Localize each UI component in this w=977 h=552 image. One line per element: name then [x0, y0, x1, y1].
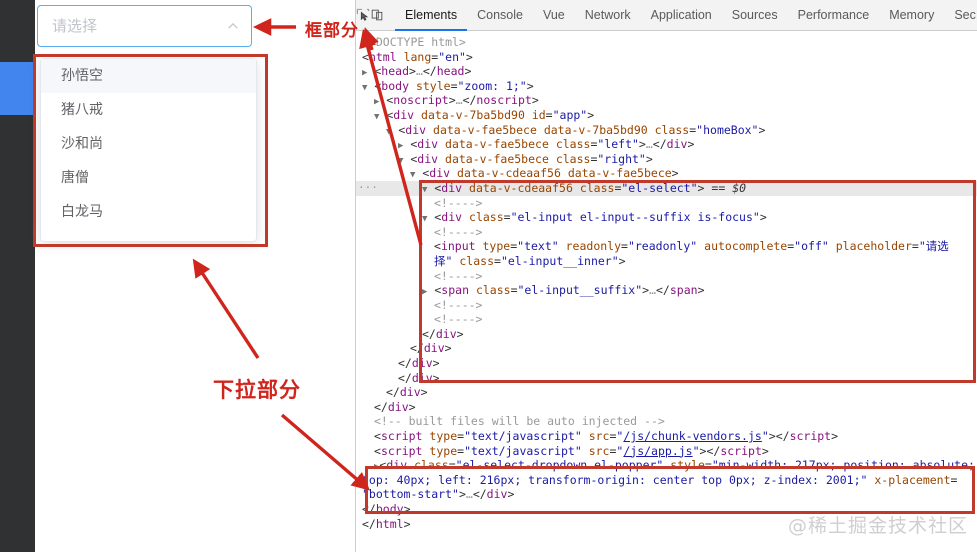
annotation-label-box-part: 框部分	[305, 21, 359, 41]
tab-console[interactable]: Console	[467, 0, 533, 31]
tab-vue[interactable]: Vue	[533, 0, 575, 31]
dom-tree-line[interactable]: </div>	[356, 356, 977, 371]
select-dropdown-list[interactable]: 孙悟空 猪八戒 沙和尚 唐僧 白龙马	[40, 58, 257, 242]
dom-tree-line[interactable]: <!DOCTYPE html>	[356, 35, 977, 50]
more-options-badge[interactable]: ···	[358, 182, 378, 193]
dom-tree-line[interactable]: ▶ <span class="el-input__suffix">…</span…	[356, 283, 977, 298]
device-toolbar-icon[interactable]	[370, 0, 384, 31]
elements-dom-tree[interactable]: <!DOCTYPE html> <html lang="en"> ▶ <head>……	[356, 31, 977, 552]
dom-tree-line[interactable]: ▼ <div data-v-fae5bece class="right">	[356, 152, 977, 167]
dom-tree-line[interactable]: <!---->	[356, 196, 977, 211]
dom-tree-line[interactable]: ▼ <body style="zoom: 1;">	[356, 79, 977, 94]
sidebar-active-item[interactable]	[0, 62, 35, 115]
dom-tree-line[interactable]: "bottom-start">…</div>	[356, 487, 977, 502]
dom-tree-line[interactable]: ▶ <div data-v-fae5bece class="left">…</d…	[356, 137, 977, 152]
dom-tree-line[interactable]: ▼ <div data-v-fae5bece data-v-7ba5bd90 c…	[356, 123, 977, 138]
dom-tree-line[interactable]: ▼ <div class="el-input el-input--suffix …	[356, 210, 977, 225]
dropdown-option[interactable]: 猪八戒	[41, 93, 256, 127]
tab-sources[interactable]: Sources	[722, 0, 788, 31]
devtools-toolbar: Elements Console Vue Network Application Sour…	[356, 0, 977, 31]
screenshot-root: 请选择 孙悟空 猪八戒 沙和尚 唐僧 白龙马 Elements Console …	[0, 0, 977, 552]
dom-tree-line[interactable]: </div>	[356, 385, 977, 400]
dom-tree-line[interactable]: <!-- built files will be auto injected -…	[356, 414, 977, 429]
dom-tree-line[interactable]: <script type="text/javascript" src="/js/…	[356, 444, 977, 459]
dom-tree-line[interactable]: </div>	[356, 371, 977, 386]
dom-tree-line[interactable]: <!---->	[356, 225, 977, 240]
devtools-tab-bar[interactable]: Elements Console Vue Network Application Sour…	[395, 0, 977, 31]
devtools-pane: Elements Console Vue Network Application Sour…	[355, 0, 977, 552]
tab-memory[interactable]: Memory	[879, 0, 944, 31]
tab-network[interactable]: Network	[575, 0, 641, 31]
tab-performance[interactable]: Performance	[788, 0, 880, 31]
dom-tree-line[interactable]: <script type="text/javascript" src="/js/…	[356, 429, 977, 444]
dom-tree-line[interactable]: ▼ <div data-v-7ba5bd90 id="app">	[356, 108, 977, 123]
dom-tree-line[interactable]: 择" class="el-input__inner">	[356, 254, 977, 269]
dom-tree-line[interactable]: <input type="text" readonly="readonly" a…	[356, 239, 977, 254]
app-sidebar	[0, 0, 35, 552]
dom-tree-line[interactable]: top: 40px; left: 216px; transform-origin…	[356, 473, 977, 488]
dom-tree-line[interactable]: </div>	[356, 400, 977, 415]
dom-tree-line[interactable]: </div>	[356, 341, 977, 356]
dom-tree-line[interactable]: <html lang="en">	[356, 50, 977, 65]
watermark-text: @稀土掘金技术社区	[787, 515, 968, 537]
dom-tree-line[interactable]: <!---->	[356, 312, 977, 327]
chevron-up-icon[interactable]	[226, 19, 240, 33]
dropdown-option[interactable]: 孙悟空	[41, 59, 256, 93]
tab-sec[interactable]: Sec	[944, 0, 977, 31]
dropdown-option[interactable]: 白龙马	[41, 195, 256, 229]
dom-tree-line[interactable]: ▶ <noscript>…</noscript>	[356, 93, 977, 108]
dropdown-option[interactable]: 唐僧	[41, 161, 256, 195]
browser-page-pane: 请选择 孙悟空 猪八戒 沙和尚 唐僧 白龙马	[0, 0, 355, 552]
dom-tree-line[interactable]: <!---->	[356, 298, 977, 313]
dom-tree-line[interactable]: <!---->	[356, 269, 977, 284]
annotation-label-dropdown-part: 下拉部分	[213, 378, 301, 402]
dropdown-option[interactable]: 沙和尚	[41, 127, 256, 161]
tab-application[interactable]: Application	[641, 0, 722, 31]
select-input-box[interactable]: 请选择	[37, 5, 252, 47]
dom-tree-line[interactable]: ▶<div class="el-select-dropdown el-poppe…	[356, 458, 977, 473]
dom-tree-line[interactable]: ▶ <head>…</head>	[356, 64, 977, 79]
tab-elements[interactable]: Elements	[395, 0, 467, 31]
dom-tree-line[interactable]: ··· ▼ <div data-v-cdeaaf56 class="el-sele…	[356, 180, 977, 196]
select-placeholder-text: 请选择	[52, 17, 98, 35]
dom-tree-line[interactable]: ▼ <div data-v-cdeaaf56 data-v-fae5bece>	[356, 166, 977, 181]
dom-tree-line[interactable]: </div>	[356, 327, 977, 342]
